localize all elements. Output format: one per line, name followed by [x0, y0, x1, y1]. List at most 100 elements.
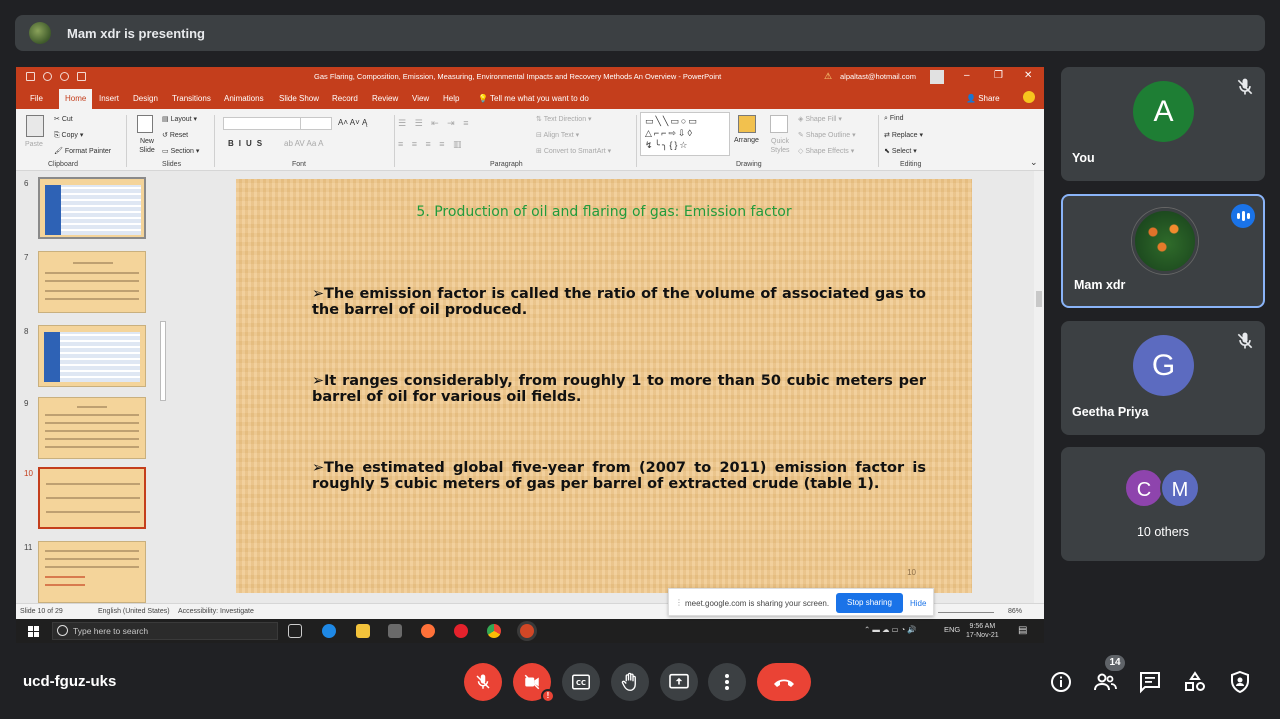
arrange-label[interactable]: Arrange [734, 137, 759, 144]
host-controls-icon[interactable] [1228, 670, 1252, 694]
tray-language[interactable]: ENG [944, 625, 960, 634]
undo-icon[interactable] [43, 72, 52, 81]
tab-file[interactable]: File [30, 94, 43, 103]
quick-styles-icon[interactable] [770, 115, 788, 133]
hide-banner-button[interactable]: Hide [910, 599, 926, 608]
tab-help[interactable]: Help [443, 94, 459, 103]
close-icon[interactable]: ✕ [1024, 70, 1032, 81]
taskbar-clock[interactable]: 9:56 AM 17-Nov-21 [966, 622, 999, 640]
thumbnail-scrollbar[interactable] [160, 321, 166, 401]
slide-thumb-9[interactable] [38, 397, 146, 459]
font-name-input[interactable] [223, 117, 303, 130]
zoom-slider[interactable] [938, 612, 994, 613]
opera-icon[interactable] [454, 624, 468, 638]
font-size-input[interactable] [300, 117, 332, 130]
raise-hand-button[interactable] [611, 663, 649, 701]
collapse-ribbon-icon[interactable]: ⌄ [1030, 157, 1038, 168]
tab-slide-show[interactable]: Slide Show [279, 94, 319, 103]
minimize-icon[interactable]: – [964, 70, 970, 81]
present-screen-button[interactable] [660, 663, 698, 701]
shape-effects-button[interactable]: ◇ Shape Effects ▾ [798, 147, 854, 155]
layout-button[interactable]: ▤ Layout ▾ [162, 115, 197, 123]
slide-thumb-11[interactable] [38, 541, 146, 603]
activities-icon[interactable] [1183, 670, 1207, 694]
more-options-button[interactable] [708, 663, 746, 701]
stop-sharing-button[interactable]: Stop sharing [836, 593, 903, 613]
participant-tile-presenter[interactable]: Mam xdr [1061, 194, 1265, 308]
font-spacing-icon[interactable]: ab AV Aa A [284, 139, 323, 148]
account-avatar-icon[interactable] [930, 70, 944, 84]
align-icons[interactable]: ≡ ≡ ≡ ≡ ▥ [398, 139, 465, 150]
firefox-icon[interactable] [421, 624, 435, 638]
maximize-icon[interactable]: ❐ [994, 70, 1003, 81]
windows-start-icon[interactable] [28, 626, 39, 637]
taskbar-search-input[interactable]: Type here to search [52, 622, 278, 640]
tab-design[interactable]: Design [133, 94, 158, 103]
section-button[interactable]: ▭ Section ▾ [162, 147, 199, 155]
edge-icon[interactable] [322, 624, 336, 638]
notifications-icon[interactable]: ▤ [1018, 625, 1027, 636]
chrome-icon[interactable] [487, 624, 501, 638]
tab-record[interactable]: Record [332, 94, 358, 103]
align-text-button[interactable]: ⊟ Align Text ▾ [536, 131, 579, 139]
format-painter-button[interactable]: 🖌 Format Painter [54, 147, 111, 155]
new-slide-label[interactable]: New Slide [133, 137, 161, 155]
chat-icon[interactable] [1138, 670, 1162, 694]
convert-smartart-button[interactable]: ⊞ Convert to SmartArt ▾ [536, 147, 611, 155]
font-grow-icon[interactable]: A˄ A˅ Ą [338, 118, 367, 127]
select-button[interactable]: ⬉ Select ▾ [884, 147, 917, 155]
task-view-icon[interactable] [288, 624, 302, 638]
shape-fill-button[interactable]: ◈ Shape Fill ▾ [798, 115, 842, 123]
participant-tile-others[interactable]: C M 10 others [1061, 447, 1265, 561]
participant-tile-you[interactable]: A You [1061, 67, 1265, 181]
find-button[interactable]: ⌕ Find [884, 115, 904, 123]
zoom-level[interactable]: 86% [1008, 608, 1022, 615]
tab-review[interactable]: Review [372, 94, 398, 103]
warning-icon[interactable]: ⚠ [824, 71, 832, 82]
account-email[interactable]: alpaltast@hotmail.com [840, 72, 916, 81]
tab-home[interactable]: Home [59, 89, 93, 109]
slide-thumb-6[interactable] [38, 177, 146, 239]
tab-animations[interactable]: Animations [224, 94, 264, 103]
font-format-buttons[interactable]: BIUS [228, 139, 267, 148]
tray-icons[interactable]: ⌃ ▬ ☁ ▭ ◔ 🔊 [864, 625, 917, 634]
tab-insert[interactable]: Insert [99, 94, 119, 103]
slide-thumb-8[interactable] [38, 325, 146, 387]
store-icon[interactable] [388, 624, 402, 638]
quick-styles-label[interactable]: Quick Styles [766, 137, 794, 155]
share-button[interactable]: 👤 Share [966, 94, 1000, 103]
shapes-gallery[interactable]: ▭╲╲▭○▭ △⌐⌐⇨⇩◊ ↯╰╮{}☆ [640, 112, 730, 156]
captions-button[interactable]: CC [562, 663, 600, 701]
people-icon[interactable] [1093, 670, 1117, 694]
paste-label[interactable]: Paste [25, 141, 43, 148]
slide-thumb-10[interactable] [38, 467, 146, 529]
reset-button[interactable]: ↺ Reset [162, 131, 188, 139]
shape-outline-button[interactable]: ✎ Shape Outline ▾ [798, 131, 856, 139]
copy-button[interactable]: ⎘ Copy ▾ [54, 131, 83, 140]
end-call-button[interactable] [757, 663, 811, 701]
save-icon[interactable] [26, 72, 35, 81]
mic-toggle-button[interactable] [464, 663, 502, 701]
cut-button[interactable]: ✂ Cut [54, 115, 73, 123]
meeting-info-icon[interactable] [1049, 670, 1073, 694]
redo-icon[interactable] [60, 72, 69, 81]
camera-toggle-button[interactable]: ! [513, 663, 555, 703]
tell-me-search[interactable]: 💡 Tell me what you want to do [478, 94, 589, 103]
text-direction-button[interactable]: ⇅ Text Direction ▾ [536, 115, 592, 123]
new-slide-icon[interactable] [137, 115, 153, 133]
arrange-icon[interactable] [738, 115, 756, 133]
tab-view[interactable]: View [412, 94, 429, 103]
powerpoint-icon[interactable] [520, 624, 534, 638]
file-explorer-icon[interactable] [356, 624, 370, 638]
language-status[interactable]: English (United States) [98, 608, 170, 615]
canvas-scrollbar[interactable] [1034, 171, 1044, 603]
replace-button[interactable]: ⇄ Replace ▾ [884, 131, 923, 139]
drag-handle-icon[interactable]: ⋮ [675, 598, 683, 607]
participant-tile-geetha[interactable]: G Geetha Priya [1061, 321, 1265, 435]
paste-icon[interactable] [26, 115, 44, 137]
present-icon[interactable] [77, 72, 86, 81]
smiley-icon[interactable] [1023, 91, 1035, 103]
tab-transitions[interactable]: Transitions [172, 94, 211, 103]
list-icons[interactable]: ☰ ☰ ⇤ ⇥ ≡ [398, 118, 471, 129]
slide[interactable]: 5. Production of oil and flaring of gas:… [236, 179, 972, 593]
